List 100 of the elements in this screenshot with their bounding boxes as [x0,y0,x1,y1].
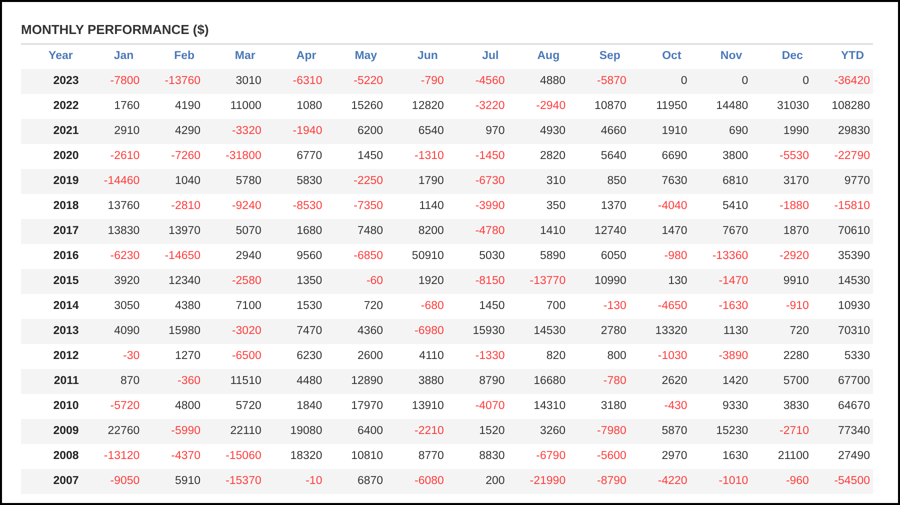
year-cell: 2019 [21,169,82,194]
table-cell: 15930 [446,319,508,344]
table-cell: 13760 [82,194,143,219]
table-cell: 10810 [325,444,386,469]
table-cell: 12340 [142,269,204,294]
table-cell: 2970 [629,444,690,469]
table-cell: -54500 [812,469,873,494]
table-cell: 13320 [629,319,690,344]
table-cell: -13360 [690,244,752,269]
table-cell: 5070 [204,219,264,244]
table-cell: -4070 [446,394,508,419]
table-cell: 1470 [629,219,690,244]
table-cell: 67700 [812,369,873,394]
table-cell: -1310 [386,144,447,169]
column-header: Nov [720,50,742,62]
table-cell: -21990 [508,469,569,494]
column-header: Jul [482,50,499,62]
table-cell: -1630 [690,294,752,319]
table-cell: 5830 [264,169,326,194]
table-cell: 4290 [142,119,204,144]
year-cell: 2016 [21,244,82,269]
table-cell: 2910 [82,119,143,144]
table-cell: 4110 [386,344,447,369]
table-cell: 108280 [812,94,873,119]
table-cell: -2940 [508,94,569,119]
table-cell: -1030 [629,344,690,369]
year-cell: 2007 [21,469,82,494]
table-cell: -910 [751,294,812,319]
table-cell: -9050 [82,469,143,494]
table-cell: 14480 [690,94,752,119]
table-cell: 14530 [508,319,569,344]
table-cell: -6500 [204,344,264,369]
table-cell: 2780 [568,319,630,344]
table-cell: 50910 [386,244,447,269]
table-cell: 11950 [629,94,690,119]
table-cell: 12740 [568,219,630,244]
table-cell: -130 [568,294,630,319]
table-cell: 820 [508,344,569,369]
table-cell: -5870 [568,69,630,94]
year-cell: 2012 [21,344,82,369]
table-cell: 130 [629,269,690,294]
year-cell: 2013 [21,319,82,344]
table-cell: 8770 [386,444,447,469]
table-cell: 22760 [82,419,143,444]
table-cell: -15060 [204,444,264,469]
table-cell: 10930 [812,294,873,319]
table-cell: 3880 [386,369,447,394]
table-cell: 970 [446,119,508,144]
table-cell: 3800 [690,144,752,169]
table-cell: 11510 [204,369,264,394]
table-cell: 5890 [508,244,569,269]
table-cell: -1880 [751,194,812,219]
table-cell: 7630 [629,169,690,194]
table-cell: -2250 [325,169,386,194]
table-cell: -8530 [264,194,326,219]
table-cell: 1790 [386,169,447,194]
table-cell: 3830 [751,394,812,419]
table-cell: -3990 [446,194,508,219]
column-header: Feb [174,50,195,62]
table-cell: -14460 [82,169,143,194]
table-cell: -1470 [690,269,752,294]
table-cell: -5220 [325,69,386,94]
year-cell: 2015 [21,269,82,294]
table-cell: 6230 [264,344,326,369]
table-cell: -5720 [82,394,143,419]
column-header: Mar [234,50,256,62]
table-cell: 15230 [690,419,752,444]
table-cell: -2810 [142,194,204,219]
table-cell: 850 [568,169,630,194]
table-cell: 22110 [204,419,264,444]
table-cell: -9240 [204,194,264,219]
table-cell: 31030 [751,94,812,119]
year-cell: 2018 [21,194,82,219]
table-cell: 21100 [751,444,812,469]
table-cell: 0 [751,69,812,94]
table-cell: 77340 [812,419,873,444]
table-cell: 14530 [812,269,873,294]
column-header: Apr [296,50,316,62]
year-cell: 2023 [21,69,82,94]
table-cell: -7980 [568,419,630,444]
table-cell: 1680 [264,219,326,244]
table-cell: -15370 [204,469,264,494]
table-cell: 6770 [264,144,326,169]
table-cell: 5030 [446,244,508,269]
table-cell: 0 [629,69,690,94]
table-cell: 310 [508,169,569,194]
table-cell: 13830 [82,219,143,244]
table-cell: 4380 [142,294,204,319]
table-cell: 1270 [142,344,204,369]
table-cell: 5700 [751,369,812,394]
table-cell: 1420 [690,369,752,394]
table-cell: -3320 [204,119,264,144]
table-cell: -13770 [508,269,569,294]
table-cell: -7350 [325,194,386,219]
table-cell: 5870 [629,419,690,444]
table-cell: -6310 [264,69,326,94]
table-cell: -15810 [812,194,873,219]
table-cell: 64670 [812,394,873,419]
table-cell: 690 [690,119,752,144]
table-cell: 350 [508,194,569,219]
